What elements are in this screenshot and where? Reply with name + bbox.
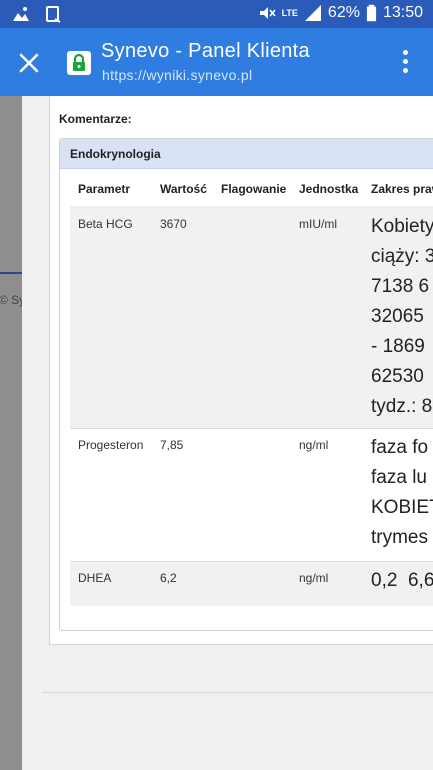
section-header: Endokrynologia: [60, 139, 433, 169]
side-panel: © Sy: [0, 96, 25, 770]
column-header-value: Wartość: [160, 182, 207, 196]
comments-label: Komentarze:: [59, 112, 132, 126]
value-cell: 6,2: [160, 571, 177, 585]
battery-icon: [366, 4, 377, 22]
results-card: Komentarze: Endokrynologia Parametr Wart…: [49, 96, 433, 645]
column-header-parameter: Parametr: [78, 182, 131, 196]
column-header-range: Zakres praw: [371, 182, 433, 196]
range-cell: faza fo faza lu KOBIET trymes: [371, 437, 433, 548]
image-icon: [13, 7, 29, 21]
divider: [42, 692, 433, 693]
mute-icon: [259, 7, 276, 19]
page-url: https://wyniki.synevo.pl: [102, 67, 253, 83]
results-section: Endokrynologia Parametr Wartość Flagowan…: [59, 138, 433, 631]
battery-percent: 62%: [327, 4, 360, 21]
range-cell: 0,2 6,6: [371, 570, 433, 591]
column-header-unit: Jednostka: [299, 182, 359, 196]
clipboard-icon: [46, 6, 61, 23]
signal-icon: [304, 5, 321, 21]
overflow-menu-icon[interactable]: [398, 50, 412, 76]
browser-toolbar: Synevo - Panel Klienta https://wyniki.sy…: [0, 28, 433, 96]
status-bar: LTE 62% 13:50: [0, 0, 433, 28]
page-title: Synevo - Panel Klienta: [101, 40, 310, 62]
table-row: Progesteron 7,85 ng/ml faza fo faza lu K…: [70, 429, 433, 561]
range-cell: Kobiety ciąży: 3 7138 6 32065 - 1869 625…: [371, 216, 433, 417]
close-icon[interactable]: [16, 50, 42, 76]
unit-cell: mIU/ml: [299, 217, 337, 231]
network-type: LTE: [281, 7, 298, 18]
lock-icon: [73, 53, 85, 71]
secure-lock-badge[interactable]: [67, 51, 91, 75]
parameter-cell: DHEA: [78, 571, 112, 585]
parameter-cell: Progesteron: [78, 438, 144, 452]
section-title: Endokrynologia: [70, 147, 161, 161]
unit-cell: ng/ml: [299, 438, 329, 452]
divider: [0, 272, 22, 274]
value-cell: 3670: [160, 217, 187, 231]
value-cell: 7,85: [160, 438, 184, 452]
web-page: © Sy Komentarze: Endokrynologia Parametr…: [0, 96, 433, 770]
unit-cell: ng/ml: [299, 571, 329, 585]
parameter-cell: Beta HCG: [78, 217, 133, 231]
table-row: Beta HCG 3670 mIU/ml Kobiety ciąży: 3 71…: [70, 206, 433, 428]
clock: 13:50: [382, 4, 423, 21]
column-header-flag: Flagowanie: [221, 182, 287, 196]
table-row: DHEA 6,2 ng/ml 0,2 6,6: [70, 562, 433, 606]
